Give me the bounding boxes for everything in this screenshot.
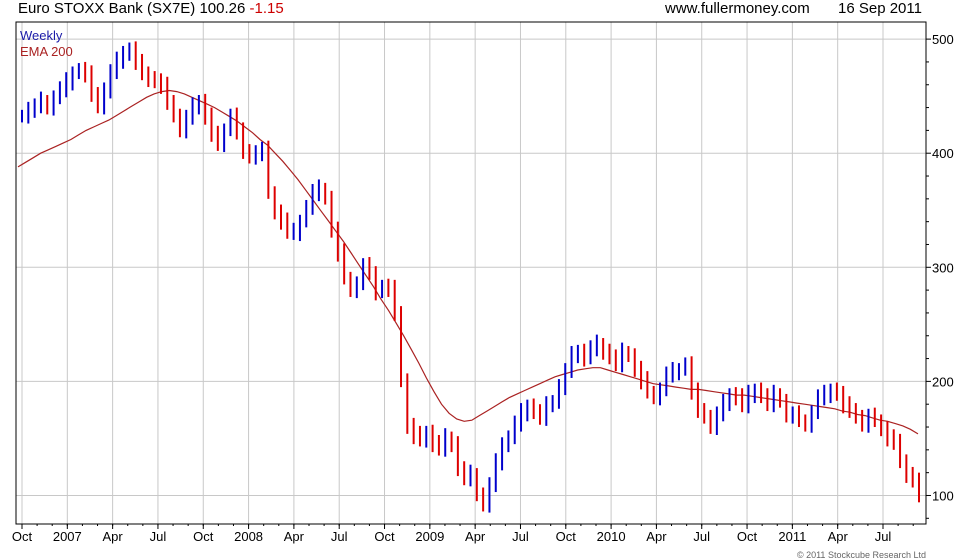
chart-grid [16, 22, 926, 524]
price-chart: 100 200 300 400 500 Oct 2007 Apr Jul Oct 2008 Apr J… [12, 21, 954, 544]
plot-frame [15, 21, 927, 525]
y-axis: 100 200 300 400 500 [926, 32, 954, 519]
x-tick-label: Apr [646, 529, 667, 544]
x-tick-label: Jul [875, 529, 892, 544]
ema-line [17, 89, 919, 435]
x-tick-label: Jul [512, 529, 529, 544]
x-tick-label: 2008 [234, 529, 263, 544]
y-tick-label: 400 [932, 146, 954, 161]
chart-legend: WeeklyEMA 200 [20, 28, 73, 59]
y-tick-label: 500 [932, 32, 954, 47]
ema-200-line [17, 89, 919, 435]
x-tick-label: Jul [150, 529, 167, 544]
x-tick-label: 2007 [53, 529, 82, 544]
y-tick-label: 100 [932, 488, 954, 503]
x-tick-label: Apr [465, 529, 486, 544]
x-tick-label: Apr [103, 529, 124, 544]
x-tick-label: 2009 [415, 529, 444, 544]
x-tick-label: 2010 [597, 529, 626, 544]
legend-item: EMA 200 [20, 44, 73, 59]
x-tick-label: Jul [331, 529, 348, 544]
y-tick-label: 300 [932, 260, 954, 275]
x-tick-label: Apr [284, 529, 305, 544]
copyright-credit: © 2011 Stockcube Research Ltd [796, 550, 926, 560]
y-tick-label: 200 [932, 374, 954, 389]
legend-item: Weekly [20, 28, 63, 43]
x-tick-label: Oct [12, 529, 33, 544]
x-tick-label: Oct [737, 529, 758, 544]
x-tick-label: Oct [374, 529, 395, 544]
price-bars [21, 41, 920, 513]
x-axis: Oct 2007 Apr Jul Oct 2008 Apr Jul Oct 2009 Apr Jul O… [12, 524, 914, 544]
x-tick-label: Oct [193, 529, 214, 544]
x-tick-label: Oct [556, 529, 577, 544]
x-tick-label: Jul [693, 529, 710, 544]
x-tick-label: Apr [828, 529, 849, 544]
x-tick-label: 2011 [778, 529, 806, 544]
